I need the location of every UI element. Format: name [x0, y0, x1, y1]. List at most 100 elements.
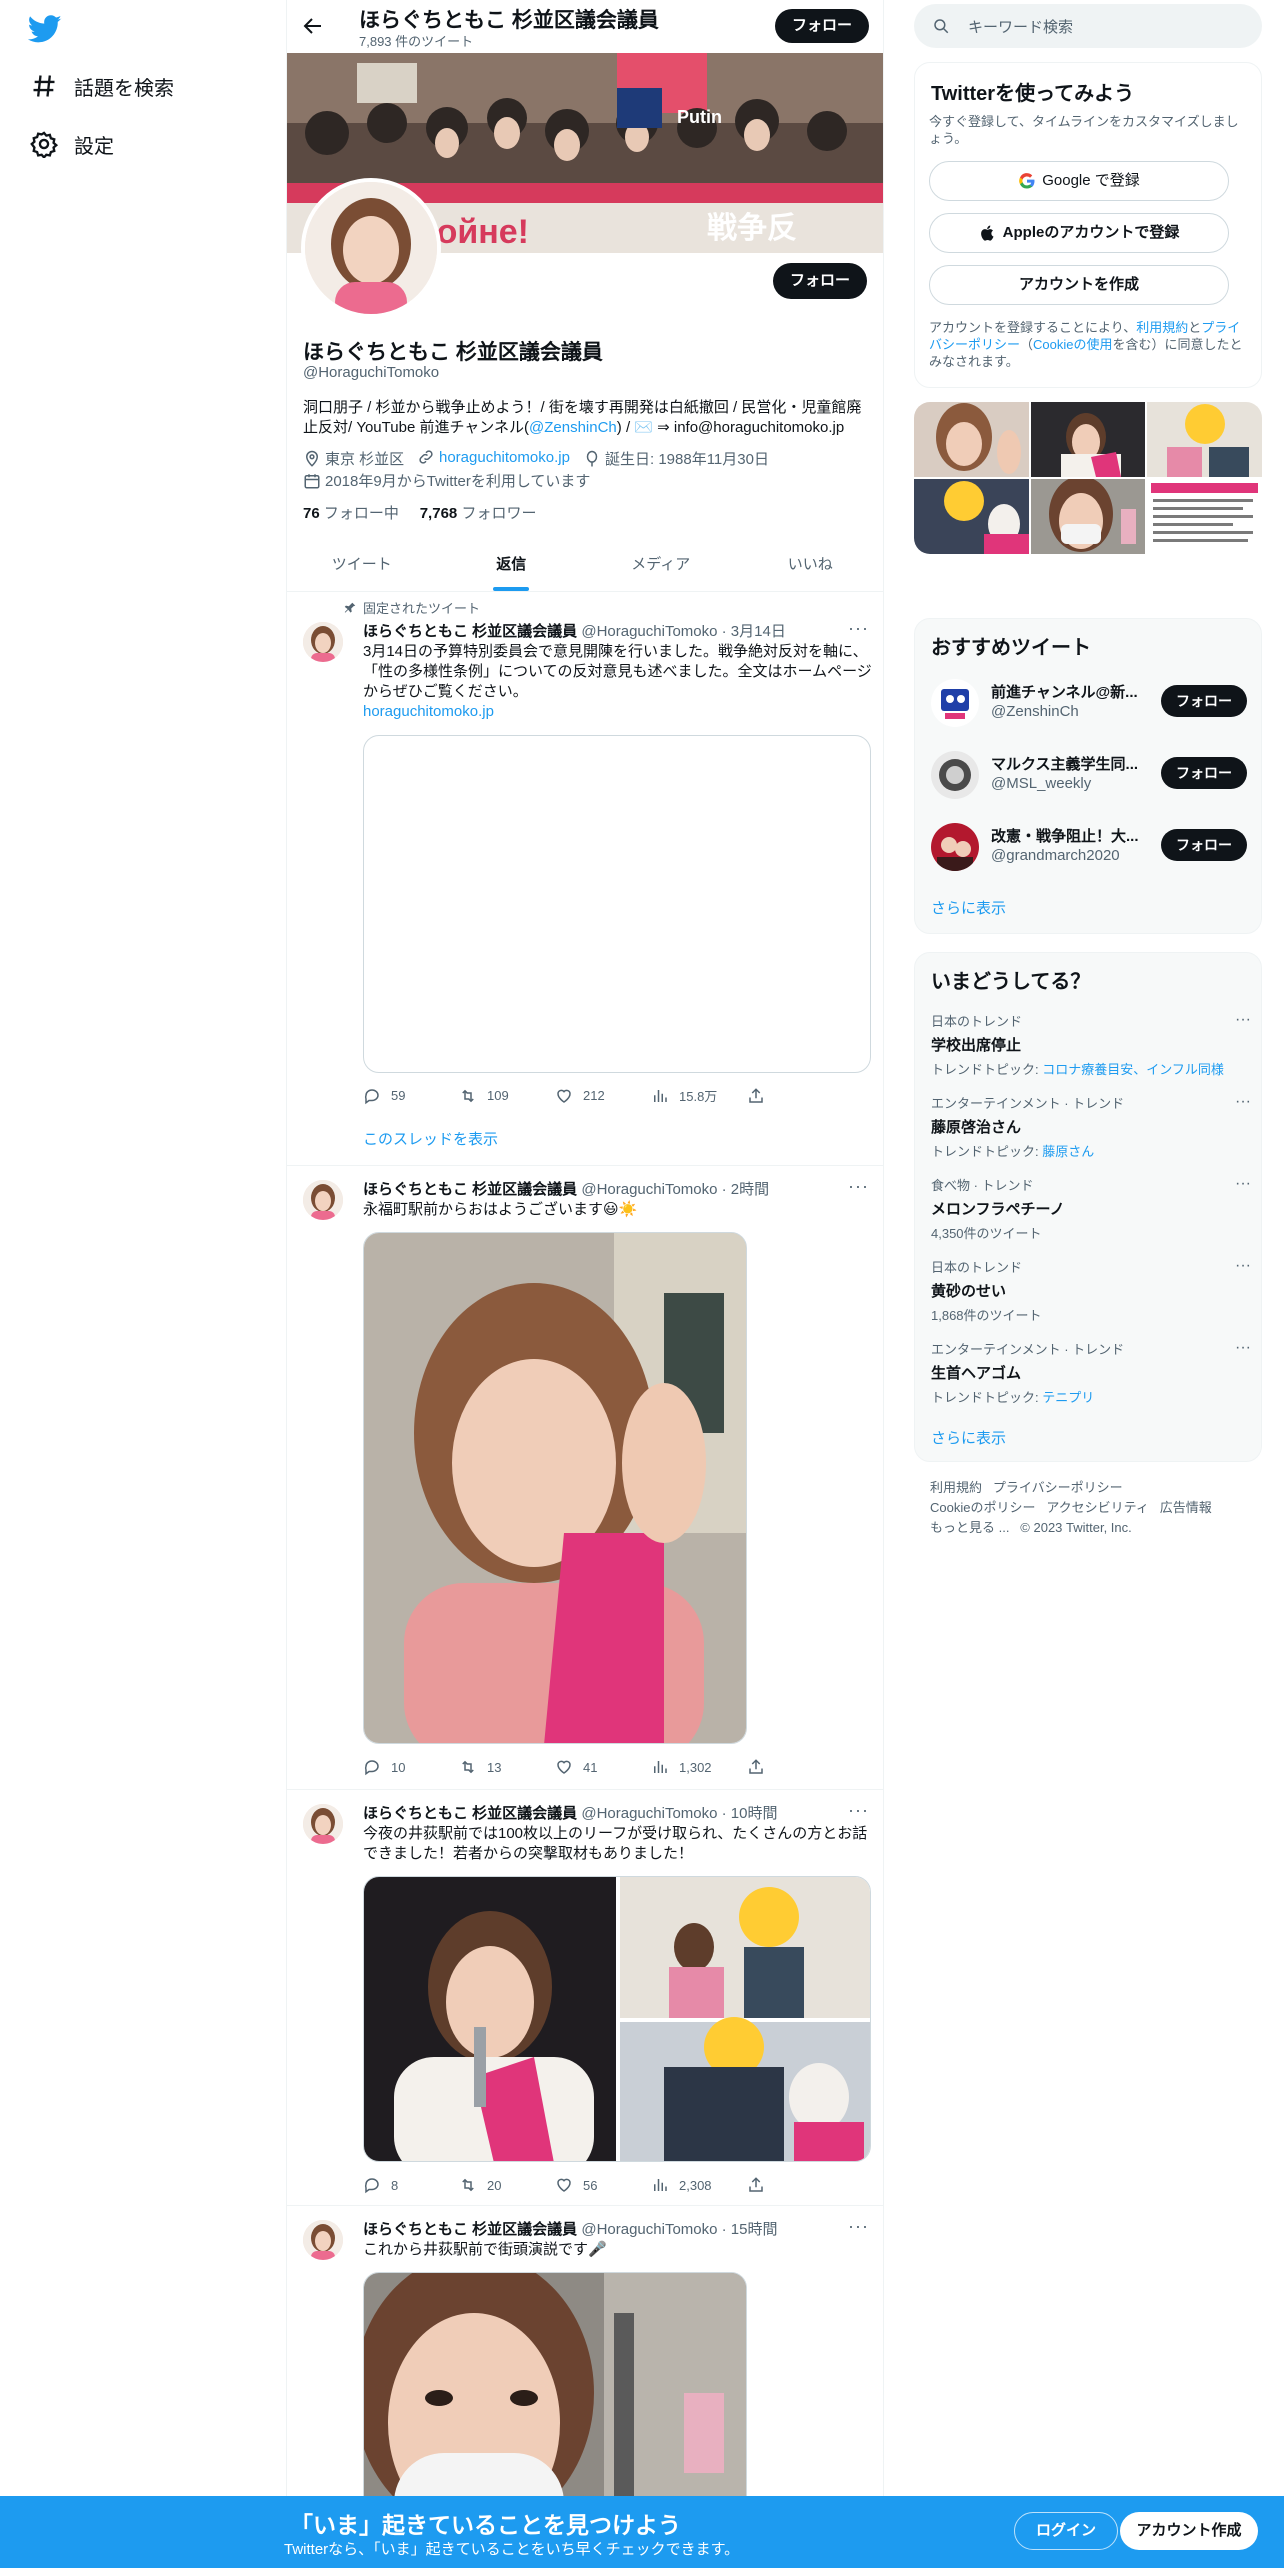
website-link[interactable]: horaguchitomoko.jp [439, 449, 570, 466]
retweet-button[interactable]: 20 [459, 2176, 555, 2194]
footer-ads-link[interactable]: 広告情報 [1160, 1500, 1212, 1515]
followers-label[interactable]: フォロワー [461, 505, 536, 522]
nav-settings[interactable]: 設定 [30, 124, 114, 164]
account-avatar[interactable] [931, 751, 979, 799]
tweet-avatar[interactable] [303, 1804, 343, 1844]
more-options-icon[interactable]: ··· [1235, 1011, 1251, 1029]
reply-button[interactable]: 59 [363, 1086, 459, 1105]
recommended-account[interactable]: 改憲・戦争阻止！大... @grandmarch2020 フォロー [931, 819, 1247, 871]
link-card[interactable] [363, 735, 871, 1073]
footer-accessibility-link[interactable]: アクセシビリティ [1046, 1500, 1149, 1515]
more-options-icon[interactable]: ··· [1235, 1257, 1251, 1275]
recommended-account[interactable]: マルクス主義学生同... @MSL_weekly フォロー [931, 747, 1247, 799]
media-thumb[interactable] [914, 402, 1029, 477]
tab-likes[interactable]: いいね [736, 538, 884, 591]
reply-button[interactable]: 10 [363, 1758, 459, 1776]
tweet-item[interactable]: ほらぐちともこ 杉並区議会議員 @HoraguchiTomoko · 2時間 ·… [287, 1166, 883, 1790]
media-thumb[interactable] [1147, 402, 1262, 477]
media-thumb[interactable] [1030, 402, 1146, 477]
like-button[interactable]: 56 [555, 2176, 651, 2194]
more-options-icon[interactable]: ··· [848, 2216, 869, 2237]
media-thumb[interactable] [1147, 479, 1262, 554]
create-account-button[interactable]: アカウントを作成 [929, 265, 1229, 305]
back-arrow-icon[interactable] [301, 14, 325, 38]
retweet-button[interactable]: 109 [459, 1086, 555, 1105]
tab-replies[interactable]: 返信 [437, 538, 587, 591]
follow-button[interactable]: フォロー [1161, 829, 1247, 861]
footer-terms-link[interactable]: 利用規約 [930, 1480, 982, 1495]
account-avatar[interactable] [931, 823, 979, 871]
tweet-pinned[interactable]: 固定されたツイート ほらぐちともこ 杉並区議会議員 @HoraguchiTomo… [287, 592, 883, 1166]
trend-item[interactable]: 日本のトレンド 学校出席停止 トレンドトピック: コロナ療養目安、インフル同様 … [931, 1011, 1251, 1078]
terms-link[interactable]: 利用規約 [1136, 320, 1188, 335]
reply-button[interactable]: 8 [363, 2176, 459, 2194]
search-bar[interactable]: キーワード検索 [914, 4, 1262, 48]
views-button[interactable]: 2,308 [651, 2176, 747, 2194]
tweet-avatar[interactable] [303, 2220, 343, 2260]
tab-tweets[interactable]: ツイート [287, 538, 437, 591]
follow-button[interactable]: フォロー [1161, 757, 1247, 789]
login-button[interactable]: ログイン [1014, 2512, 1118, 2550]
share-button[interactable] [747, 2176, 843, 2194]
cookie-link[interactable]: Cookieの使用 [1033, 337, 1112, 352]
media-thumb[interactable] [914, 479, 1029, 554]
like-button[interactable]: 212 [555, 1086, 651, 1105]
followers-count[interactable]: 7,768 [420, 505, 458, 522]
trend-topic-link[interactable]: 藤原さん [1042, 1144, 1094, 1159]
footer-more-link[interactable]: もっと見る ... [930, 1520, 1009, 1535]
like-button[interactable]: 41 [555, 1758, 651, 1776]
tweet-avatar[interactable] [303, 622, 343, 662]
share-button[interactable] [747, 1758, 843, 1776]
media-thumb[interactable] [1030, 479, 1146, 554]
tweet-handle-time[interactable]: @HoraguchiTomoko · 10時間 [581, 1805, 777, 1822]
more-options-icon[interactable]: ··· [848, 1176, 869, 1197]
tweet-author-name[interactable]: ほらぐちともこ 杉並区議会議員 [363, 1805, 577, 1822]
retweet-button[interactable]: 13 [459, 1758, 555, 1776]
trend-item[interactable]: 食べ物 · トレンド メロンフラペチーノ 4,350件のツイート ··· [931, 1175, 1251, 1242]
recommended-account[interactable]: 前進チャンネル@新... @ZenshinCh フォロー [931, 675, 1247, 727]
tweet-handle-time[interactable]: @HoraguchiTomoko · 3月14日 [581, 623, 785, 640]
trend-item[interactable]: エンターテインメント · トレンド 藤原啓治さん トレンドトピック: 藤原さん … [931, 1093, 1251, 1160]
tweet-author-name[interactable]: ほらぐちともこ 杉並区議会議員 [363, 623, 577, 640]
more-options-icon[interactable]: ··· [848, 1800, 869, 1821]
more-options-icon[interactable]: ··· [848, 618, 869, 639]
twitter-logo-icon[interactable] [28, 12, 62, 46]
profile-follow-button[interactable]: フォロー [773, 263, 867, 299]
tweet-photo-grid[interactable] [363, 1876, 871, 2162]
tweet-handle-time[interactable]: @HoraguchiTomoko · 2時間 [581, 1181, 769, 1198]
show-more-trends-link[interactable]: さらに表示 [931, 1427, 1006, 1448]
tab-media[interactable]: メディア [586, 538, 736, 591]
more-options-icon[interactable]: ··· [1235, 1175, 1251, 1193]
trend-topic-link[interactable]: テニプリ [1042, 1390, 1094, 1405]
bio-mention-link[interactable]: @ZenshinCh [529, 419, 617, 436]
views-button[interactable]: 1,302 [651, 1758, 747, 1776]
signup-button[interactable]: アカウント作成 [1120, 2512, 1258, 2550]
views-button[interactable]: 15.8万 [651, 1086, 747, 1105]
tweet-item[interactable]: ほらぐちともこ 杉並区議会議員 @HoraguchiTomoko · 10時間 … [287, 1790, 883, 2206]
google-signup-button[interactable]: Google で登録 [929, 161, 1229, 201]
more-options-icon[interactable]: ··· [1235, 1093, 1251, 1111]
profile-avatar[interactable] [301, 178, 441, 318]
footer-privacy-link[interactable]: プライバシーポリシー [993, 1480, 1123, 1495]
tweet-link[interactable]: horaguchitomoko.jp [363, 703, 494, 720]
following-count[interactable]: 76 [303, 505, 320, 522]
apple-signup-button[interactable]: Appleのアカウントで登録 [929, 213, 1229, 253]
tweet-handle-time[interactable]: @HoraguchiTomoko · 15時間 [581, 2221, 777, 2238]
account-avatar[interactable] [931, 679, 979, 727]
search-input[interactable]: キーワード検索 [968, 16, 1073, 37]
trend-item[interactable]: エンターテインメント · トレンド 生首ヘアゴム トレンドトピック: テニプリ … [931, 1339, 1251, 1406]
show-more-link[interactable]: さらに表示 [931, 897, 1006, 918]
share-button[interactable] [747, 1086, 843, 1105]
follow-button[interactable]: フォロー [1161, 685, 1247, 717]
header-follow-button[interactable]: フォロー [775, 9, 869, 43]
more-options-icon[interactable]: ··· [1235, 1339, 1251, 1357]
nav-explore[interactable]: 話題を検索 [30, 66, 174, 106]
show-thread-link[interactable]: このスレッドを表示 [363, 1128, 498, 1149]
trend-item[interactable]: 日本のトレンド 黄砂のせい 1,868件のツイート ··· [931, 1257, 1251, 1324]
footer-cookie-link[interactable]: Cookieのポリシー [930, 1500, 1035, 1515]
tweet-avatar[interactable] [303, 1180, 343, 1220]
tweet-author-name[interactable]: ほらぐちともこ 杉並区議会議員 [363, 1181, 577, 1198]
tweet-photo[interactable] [363, 1232, 747, 1744]
trend-topic-link[interactable]: コロナ療養目安、インフル同様 [1042, 1062, 1224, 1077]
following-label[interactable]: フォロー中 [324, 505, 399, 522]
